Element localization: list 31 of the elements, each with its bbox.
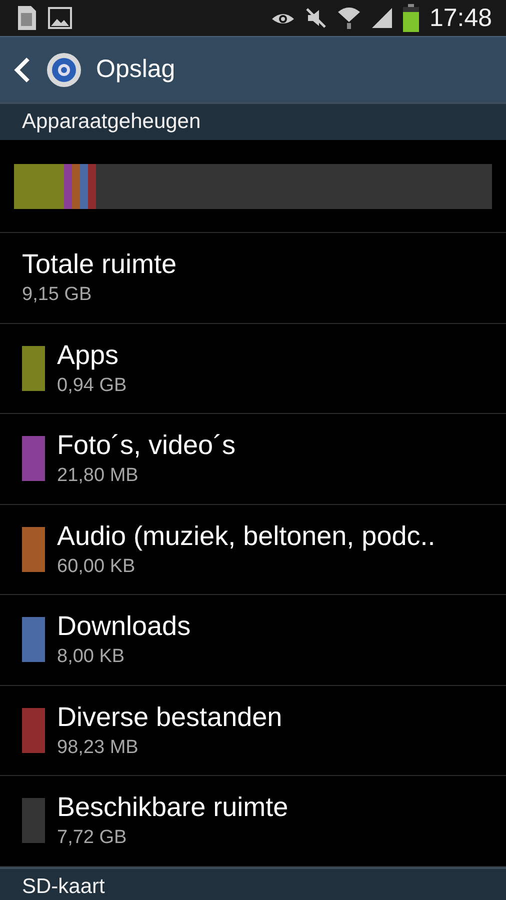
list-item[interactable]: Diverse bestanden 98,23 MB xyxy=(0,686,506,776)
item-size: 7,72 GB xyxy=(57,827,128,850)
wifi-icon xyxy=(337,6,362,30)
item-size: 21,80 MB xyxy=(57,465,140,488)
item-size: 98,23 MB xyxy=(57,736,140,759)
list-item[interactable]: Totale ruimte 9,15 GB xyxy=(0,233,506,324)
screen-title: Opslag xyxy=(96,55,176,84)
item-title: Apps xyxy=(57,340,120,371)
list-item[interactable]: Audio (muziek, beltonen, podc.. 60,00 KB xyxy=(0,504,506,595)
item-title: Totale ruimte xyxy=(22,249,177,280)
item-title: Beschikbare ruimte xyxy=(57,792,288,824)
item-size: 8,00 KB xyxy=(57,646,126,668)
sim-card-icon xyxy=(16,5,38,31)
item-title: Foto´s, video´s xyxy=(57,430,236,462)
clock: 17:48 xyxy=(429,4,492,32)
image-icon xyxy=(48,7,72,29)
item-size: 9,15 GB xyxy=(22,284,93,306)
section-header: Apparaatgeheugen xyxy=(0,102,506,140)
item-title: Diverse bestanden xyxy=(57,702,282,733)
mute-icon xyxy=(305,7,328,29)
item-title: Downloads xyxy=(57,611,191,642)
back-icon[interactable] xyxy=(12,56,32,84)
list-item[interactable]: Downloads 8,00 KB xyxy=(0,595,506,686)
item-title: Audio (muziek, beltonen, podc.. xyxy=(57,520,436,552)
item-size: 0,94 GB xyxy=(57,374,127,397)
list-item[interactable]: Apps 0,94 GB xyxy=(0,324,506,414)
section-header: SD-kaart xyxy=(0,866,506,900)
battery-icon xyxy=(403,4,420,32)
list-item[interactable]: Foto´s, video´s 21,80 MB xyxy=(0,414,506,504)
signal-icon xyxy=(371,7,394,29)
item-size: 60,00 KB xyxy=(57,556,136,578)
